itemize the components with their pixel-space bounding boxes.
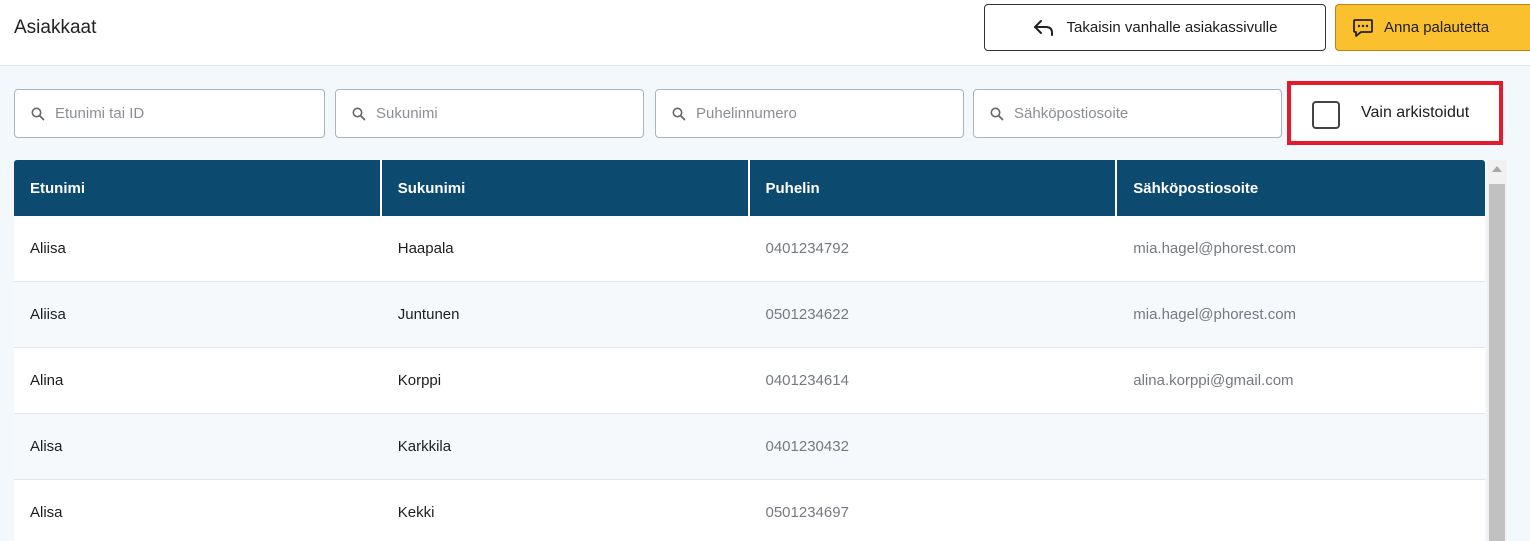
table-row[interactable]: Aliisa Haapala 0401234792 mia.hagel@phor… — [14, 216, 1485, 282]
search-icon — [352, 107, 366, 120]
cell-last-name: Korppi — [397, 372, 442, 389]
customers-table: Etunimi Sukunimi Puhelin Sähköpostiosoit… — [14, 160, 1485, 541]
email-search-field[interactable] — [973, 89, 1282, 138]
table-row[interactable]: Alisa Karkkila 0401230432 — [14, 414, 1485, 480]
cell-first-name: Aliisa — [30, 240, 66, 257]
cell-last-name: Karkkila — [397, 438, 452, 455]
last-name-search-field[interactable] — [335, 89, 644, 138]
page-title: Asiakkaat — [14, 17, 97, 38]
scroll-up-arrow-icon[interactable] — [1492, 166, 1502, 172]
cell-last-name: Juntunen — [397, 306, 460, 323]
archived-only-checkbox[interactable] — [1312, 101, 1340, 129]
cell-phone: 0401230432 — [765, 438, 849, 455]
search-icon — [990, 107, 1004, 120]
cell-phone: 0401234614 — [765, 372, 849, 389]
cell-last-name: Haapala — [397, 240, 454, 257]
search-icon — [672, 107, 686, 120]
feedback-button-label: Anna palautetta — [1384, 19, 1490, 36]
cell-email: mia.hagel@phorest.com — [1133, 306, 1297, 323]
table-header: Etunimi Sukunimi Puhelin Sähköpostiosoit… — [14, 160, 1485, 216]
cell-email — [1117, 480, 1485, 541]
cell-email — [1117, 414, 1485, 479]
first-name-search-input[interactable] — [55, 105, 295, 122]
phone-search-field[interactable] — [655, 89, 964, 138]
last-name-search-input[interactable] — [376, 105, 616, 122]
cell-first-name: Alina — [30, 372, 64, 389]
table-row[interactable]: Alina Korppi 0401234614 alina.korppi@gma… — [14, 348, 1485, 414]
back-to-old-customer-page-button[interactable]: Takaisin vanhalle asiakassivulle — [984, 4, 1326, 51]
column-header-last-name[interactable]: Sukunimi — [382, 160, 750, 216]
table-row[interactable]: Aliisa Juntunen 0501234622 mia.hagel@pho… — [14, 282, 1485, 348]
search-icon — [31, 107, 45, 120]
scrollbar-thumb[interactable] — [1489, 184, 1505, 541]
first-name-search-field[interactable] — [14, 89, 325, 138]
column-header-phone[interactable]: Puhelin — [750, 160, 1118, 216]
cell-last-name: Kekki — [397, 504, 435, 521]
cell-first-name: Alisa — [30, 438, 63, 455]
column-header-email[interactable]: Sähköpostiosoite — [1117, 160, 1485, 216]
top-header: Asiakkaat Takaisin vanhalle asiakassivul… — [0, 0, 1530, 66]
cell-email: mia.hagel@phorest.com — [1133, 240, 1297, 257]
undo-arrow-icon — [1033, 19, 1053, 36]
cell-phone: 0501234622 — [765, 306, 849, 323]
cell-email: alina.korppi@gmail.com — [1133, 372, 1294, 389]
back-button-label: Takaisin vanhalle asiakassivulle — [1066, 19, 1278, 36]
cell-phone: 0501234697 — [765, 504, 849, 521]
chat-bubble-icon — [1353, 18, 1373, 37]
archived-only-label: Vain arkistoidut — [1361, 104, 1470, 121]
column-header-first-name[interactable]: Etunimi — [14, 160, 382, 216]
phone-search-input[interactable] — [696, 105, 936, 122]
give-feedback-button[interactable]: Anna palautetta — [1335, 4, 1530, 51]
table-scrollbar[interactable] — [1487, 160, 1507, 541]
table-row[interactable]: Alisa Kekki 0501234697 — [14, 480, 1485, 541]
cell-first-name: Alisa — [30, 504, 63, 521]
email-search-input[interactable] — [1014, 105, 1254, 122]
archived-only-filter: Vain arkistoidut — [1287, 81, 1503, 145]
cell-first-name: Aliisa — [30, 306, 66, 323]
cell-phone: 0401234792 — [765, 240, 849, 257]
